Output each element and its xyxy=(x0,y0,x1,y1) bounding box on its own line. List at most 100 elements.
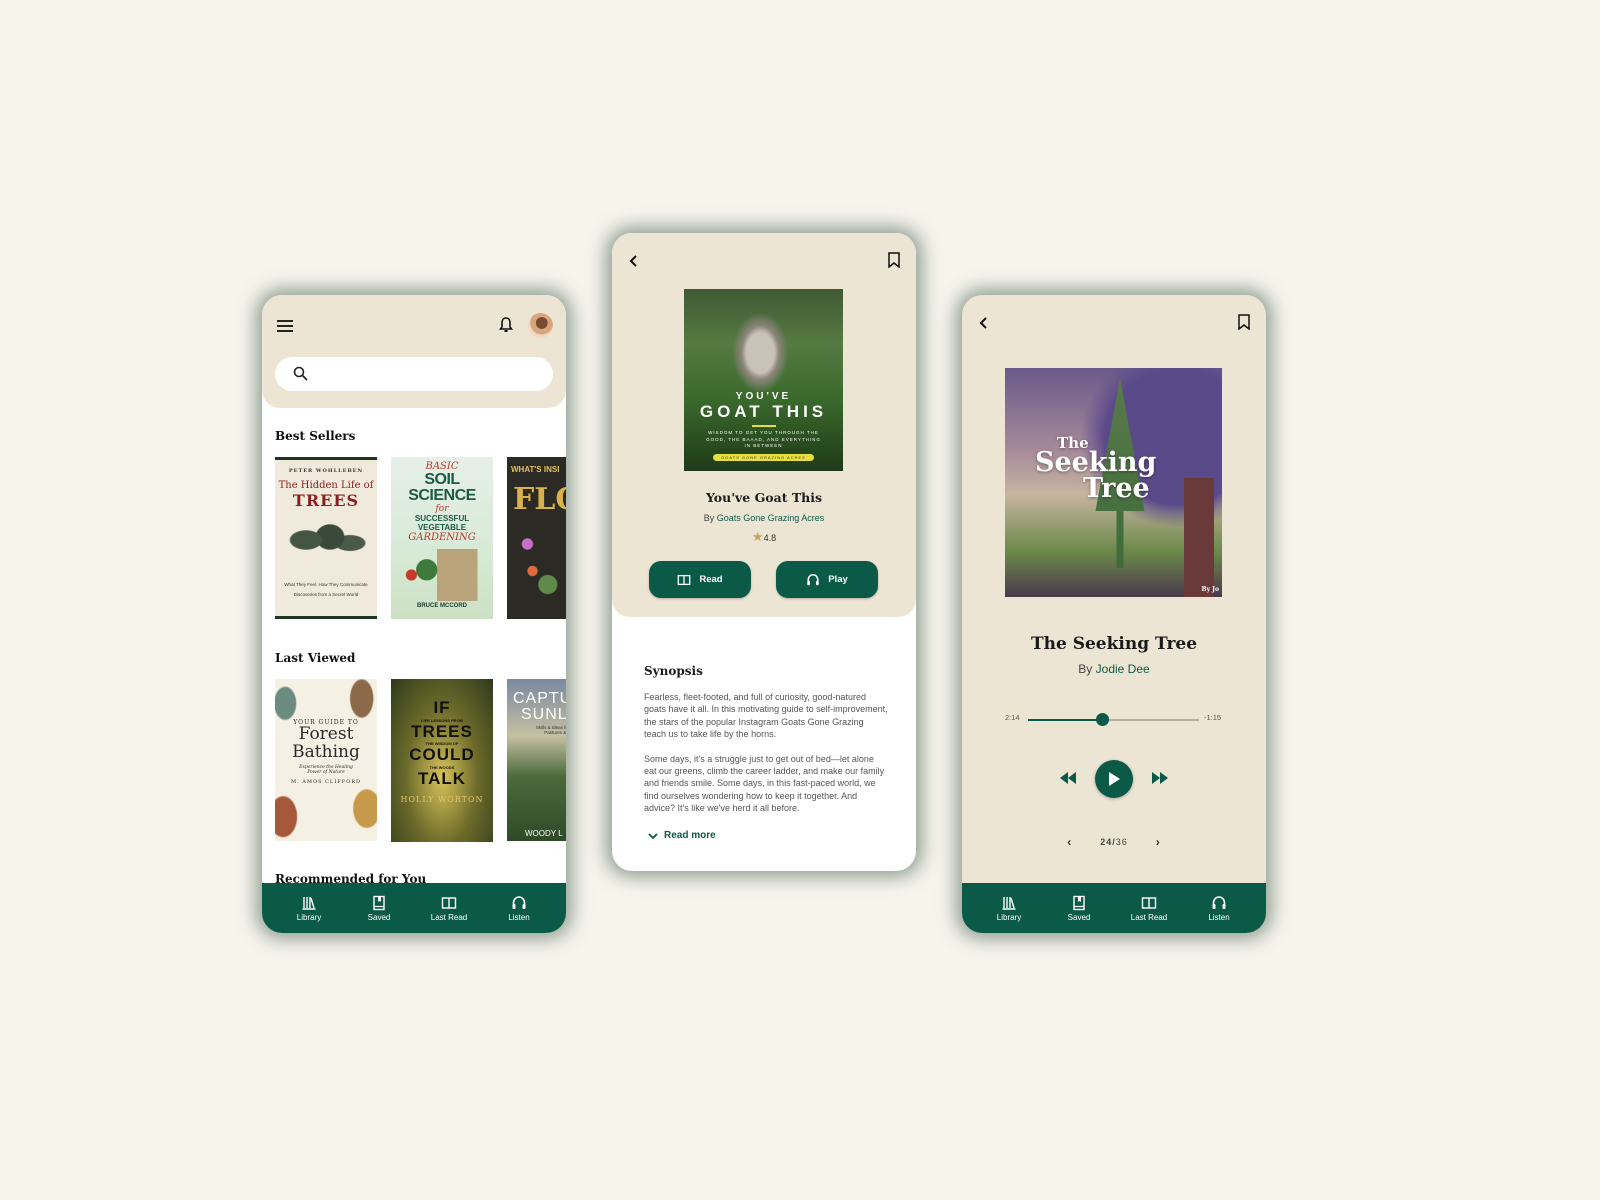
book-detail-screen: YOU'VE GOAT THIS WISDOM TO GET YOU THROU… xyxy=(612,233,916,871)
search-input[interactable] xyxy=(317,366,553,382)
previous-chapter-icon[interactable]: ‹ xyxy=(1067,835,1072,849)
read-more-label: Read more xyxy=(664,830,716,841)
search-bar[interactable] xyxy=(275,357,553,391)
synopsis-heading: Synopsis xyxy=(644,664,703,678)
book-cover-if-trees-could-talk[interactable]: IF LIFE LESSONS FROM TREES THE WISDOM OF… xyxy=(391,679,493,842)
track-title: The Seeking Tree xyxy=(1030,634,1198,654)
chapter-counter: 24/36 xyxy=(1100,837,1128,847)
progress-slider[interactable] xyxy=(1028,713,1199,726)
home-header xyxy=(262,295,566,408)
author-link[interactable]: Goats Gone Grazing Acres xyxy=(717,513,825,523)
section-title-best-sellers: Best Sellers xyxy=(275,429,356,443)
book-title: You've Goat This xyxy=(705,490,823,505)
cover-subtitle: WISDOM TO GET YOU THROUGH THE GOOD, THE … xyxy=(706,429,821,449)
nav-label: Listen xyxy=(508,912,530,922)
fast-forward-icon[interactable] xyxy=(1150,770,1170,786)
nav-label: Saved xyxy=(1067,912,1091,922)
nav-last-read[interactable]: Last Read xyxy=(419,895,479,922)
back-arrow-icon[interactable] xyxy=(628,254,640,268)
section-title-last-viewed: Last Viewed xyxy=(275,651,356,665)
bottom-nav: Library Saved Last Read Listen xyxy=(962,883,1266,933)
book-title: WHAT'S INSI xyxy=(511,465,560,474)
nav-label: Listen xyxy=(1208,912,1230,922)
rewind-icon[interactable] xyxy=(1058,770,1078,786)
book-author: PETER WOHLLEBEN xyxy=(288,468,364,474)
nav-label: Last Read xyxy=(430,912,468,922)
read-label: Read xyxy=(699,574,723,585)
book-title: TREES xyxy=(292,491,360,510)
book-subtitle: What They Feel, How They Communicate xyxy=(284,582,368,587)
best-sellers-row: PETER WOHLLEBEN The Hidden Life of TREES… xyxy=(275,457,566,619)
book-cover-forest-bathing[interactable]: YOUR GUIDE TO Forest Bathing Experience … xyxy=(275,679,377,841)
play-pause-button[interactable] xyxy=(1095,760,1133,798)
user-avatar[interactable] xyxy=(528,313,553,338)
last-viewed-row: YOUR GUIDE TO Forest Bathing Experience … xyxy=(275,679,566,842)
chevron-down-icon xyxy=(648,832,658,839)
progress-fill xyxy=(1028,719,1102,721)
read-button[interactable]: Read xyxy=(649,561,751,598)
nav-listen[interactable]: Listen xyxy=(1189,895,1249,922)
book-title: for xyxy=(435,504,449,514)
library-icon xyxy=(1002,896,1016,910)
nav-library[interactable]: Library xyxy=(979,895,1039,922)
book-title: CAPTU xyxy=(513,690,566,707)
nav-listen[interactable]: Listen xyxy=(489,895,549,922)
book-author-line: By Goats Gone Grazing Acres xyxy=(612,513,916,523)
synopsis-paragraph: Some days, it's a struggle just to get o… xyxy=(644,753,885,814)
book-title: SUNLI xyxy=(521,706,566,723)
book-cover-flora[interactable]: WHAT'S INSI FLO xyxy=(507,457,566,619)
play-label: Play xyxy=(828,574,848,585)
bookmark-icon[interactable] xyxy=(1237,314,1251,330)
flower-illustration xyxy=(507,517,566,607)
next-chapter-icon[interactable]: › xyxy=(1156,835,1161,849)
chapter-navigator: ‹ 24/36 › xyxy=(962,835,1266,849)
book-cover-basic-soil-science[interactable]: BASIC SOIL SCIENCE for SUCCESSFUL VEGETA… xyxy=(391,457,493,619)
play-button[interactable]: Play xyxy=(776,561,878,598)
nav-label: Saved xyxy=(367,912,391,922)
book-author: WOODY L xyxy=(525,829,563,838)
book-author: HOLLY WORTON xyxy=(400,794,484,804)
bookmark-icon[interactable] xyxy=(887,252,901,268)
nav-label: Library xyxy=(296,912,322,922)
book-title: SUCCESSFUL VEGETABLE xyxy=(414,514,470,532)
nav-last-read[interactable]: Last Read xyxy=(1119,895,1179,922)
bottom-nav: Library Saved Last Read Listen xyxy=(262,883,566,933)
rating-value: 4.8 xyxy=(763,533,777,543)
bell-icon[interactable] xyxy=(499,317,513,333)
book-title: The Hidden Life of xyxy=(278,480,374,491)
book-title: COULD xyxy=(409,745,475,765)
by-prefix: By xyxy=(1078,662,1093,676)
book-cover-youve-goat-this: YOU'VE GOAT THIS WISDOM TO GET YOU THROU… xyxy=(684,289,843,471)
nav-saved[interactable]: Saved xyxy=(349,895,409,922)
menu-icon[interactable] xyxy=(277,320,293,332)
book-title: TALK xyxy=(417,769,467,789)
search-icon xyxy=(293,366,308,381)
track-author-line: By Jodie Dee xyxy=(962,662,1266,676)
headphones-icon xyxy=(1212,895,1226,909)
nav-library[interactable]: Library xyxy=(279,895,339,922)
book-title: IF xyxy=(433,698,451,717)
back-arrow-icon[interactable] xyxy=(978,316,990,330)
synopsis-text: Fearless, fleet-footed, and full of curi… xyxy=(644,691,888,827)
cover-author-pill: GOATS GONE GRAZING ACRES xyxy=(713,454,814,461)
author-link[interactable]: Jodie Dee xyxy=(1096,662,1150,676)
headphones-icon xyxy=(807,573,819,585)
star-icon: ★ xyxy=(751,529,764,544)
nav-label: Library xyxy=(996,912,1022,922)
nav-saved[interactable]: Saved xyxy=(1049,895,1109,922)
book-cover-hidden-life-of-trees[interactable]: PETER WOHLLEBEN The Hidden Life of TREES… xyxy=(275,457,377,619)
book-author: BRUCE MCCORD xyxy=(417,603,467,609)
book-cover-capturing-sunlight[interactable]: CAPTU SUNLI Skills & Ideas for Sustainab… xyxy=(507,679,566,841)
progress-knob[interactable] xyxy=(1095,713,1109,726)
book-title: GARDENING xyxy=(408,532,476,543)
cover-title: GOAT THIS xyxy=(699,401,828,421)
chapter-total: 36 xyxy=(1115,837,1128,847)
cover-byline: By Jo xyxy=(1201,586,1220,593)
home-screen: Best Sellers PETER WOHLLEBEN The Hidden … xyxy=(262,295,566,933)
book-cover-the-seeking-tree: The Seeking Tree By Jo xyxy=(1005,368,1222,597)
trunk-illustration xyxy=(1184,478,1214,597)
book-title: Bathing xyxy=(292,741,360,762)
read-more-link[interactable]: Read more xyxy=(648,830,716,841)
rating: ★4.8 xyxy=(612,529,916,545)
saved-icon xyxy=(1073,895,1085,910)
